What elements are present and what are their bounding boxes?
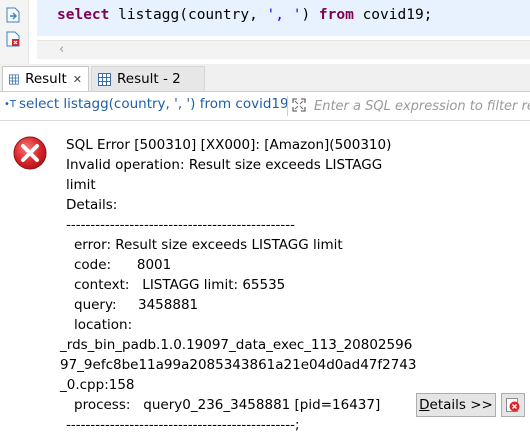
tab-result-2-label: Result - 2 <box>117 71 181 87</box>
filter-expression-input[interactable] <box>314 94 530 118</box>
error-details-label: Details: <box>66 197 118 213</box>
code-close-paren: ) <box>301 7 319 23</box>
error-separator-top: ----------------------------------------… <box>66 217 295 233</box>
error-panel: SQL Error [500310] [XX000]: [Amazon](500… <box>0 121 530 437</box>
error-detail-context: context: LISTAGG limit: 65535 <box>74 277 286 293</box>
error-detail-process: process: query0_236_3458881 [pid=16437] <box>74 397 381 413</box>
details-button-mnemonic: D <box>419 397 430 413</box>
execute-script-icon[interactable] <box>6 7 20 23</box>
error-report-button[interactable] <box>501 393 525 417</box>
error-detail-query: query: 3458881 <box>74 297 199 313</box>
error-location-path-3: _0.cpp:158 <box>60 377 135 393</box>
error-line-operation-cont: limit <box>66 177 96 193</box>
error-detail-location: location: <box>74 317 133 333</box>
close-tab-icon[interactable]: ✕ <box>73 73 82 86</box>
keyword-from: from <box>318 7 354 23</box>
active-query-chip[interactable]: •T select listagg(country, ', ') from co… <box>4 96 289 112</box>
sql-statement[interactable]: select listagg(country, ', ') from covid… <box>57 7 432 23</box>
editor-gutter <box>0 0 29 64</box>
results-tab-bar: Result ✕ Result - 2 <box>0 64 530 92</box>
code-listagg: listagg(country, <box>109 7 267 23</box>
code-string-literal: ', ' <box>266 7 302 23</box>
tab-result[interactable]: Result ✕ <box>2 66 89 91</box>
error-report-icon <box>506 398 520 412</box>
code-table-name: covid19; <box>353 7 433 23</box>
error-line-operation: Invalid operation: Result size exceeds L… <box>66 157 383 173</box>
error-location-path-1: _rds_bin_padb.1.0.19097_data_exec_113_20… <box>60 337 413 353</box>
horizontal-scrollbar[interactable]: ‹ <box>37 40 530 59</box>
grid-icon <box>9 73 20 85</box>
error-message: SQL Error [500310] [XX000]: [Amazon](500… <box>60 135 416 435</box>
active-query-text: select listagg(country, ', ') from covid… <box>19 96 289 112</box>
details-button-label: etails >> <box>429 397 493 413</box>
error-detail-code: code: 8001 <box>74 257 172 273</box>
error-detail-error: error: Result size exceeds LISTAGG limit <box>74 237 343 253</box>
details-button[interactable]: Details >> <box>416 393 496 417</box>
tab-result-label: Result <box>25 71 67 87</box>
error-line-title: SQL Error [500310] [XX000]: [Amazon](500… <box>66 137 392 153</box>
error-location-path-2: 97_9efc8be11a99a2085343861a21e04d0ad47f2… <box>60 357 417 373</box>
sql-editor[interactable]: select listagg(country, ', ') from covid… <box>0 0 530 64</box>
filter-divider <box>287 96 288 116</box>
current-code-line[interactable]: select listagg(country, ', ') from covid… <box>37 0 530 36</box>
expand-filter-icon[interactable] <box>292 98 306 112</box>
sql-query-icon: •T <box>4 98 17 110</box>
error-icon <box>13 136 47 170</box>
grid-icon <box>98 72 111 86</box>
scroll-left-arrow-icon[interactable]: ‹ <box>59 41 64 59</box>
keyword-select: select <box>57 7 110 23</box>
tab-result-2[interactable]: Result - 2 <box>91 66 205 91</box>
script-file-icon[interactable] <box>6 31 20 47</box>
filter-bar: •T select listagg(country, ', ') from co… <box>0 92 530 121</box>
error-separator-bottom: ----------------------------------------… <box>66 417 300 433</box>
